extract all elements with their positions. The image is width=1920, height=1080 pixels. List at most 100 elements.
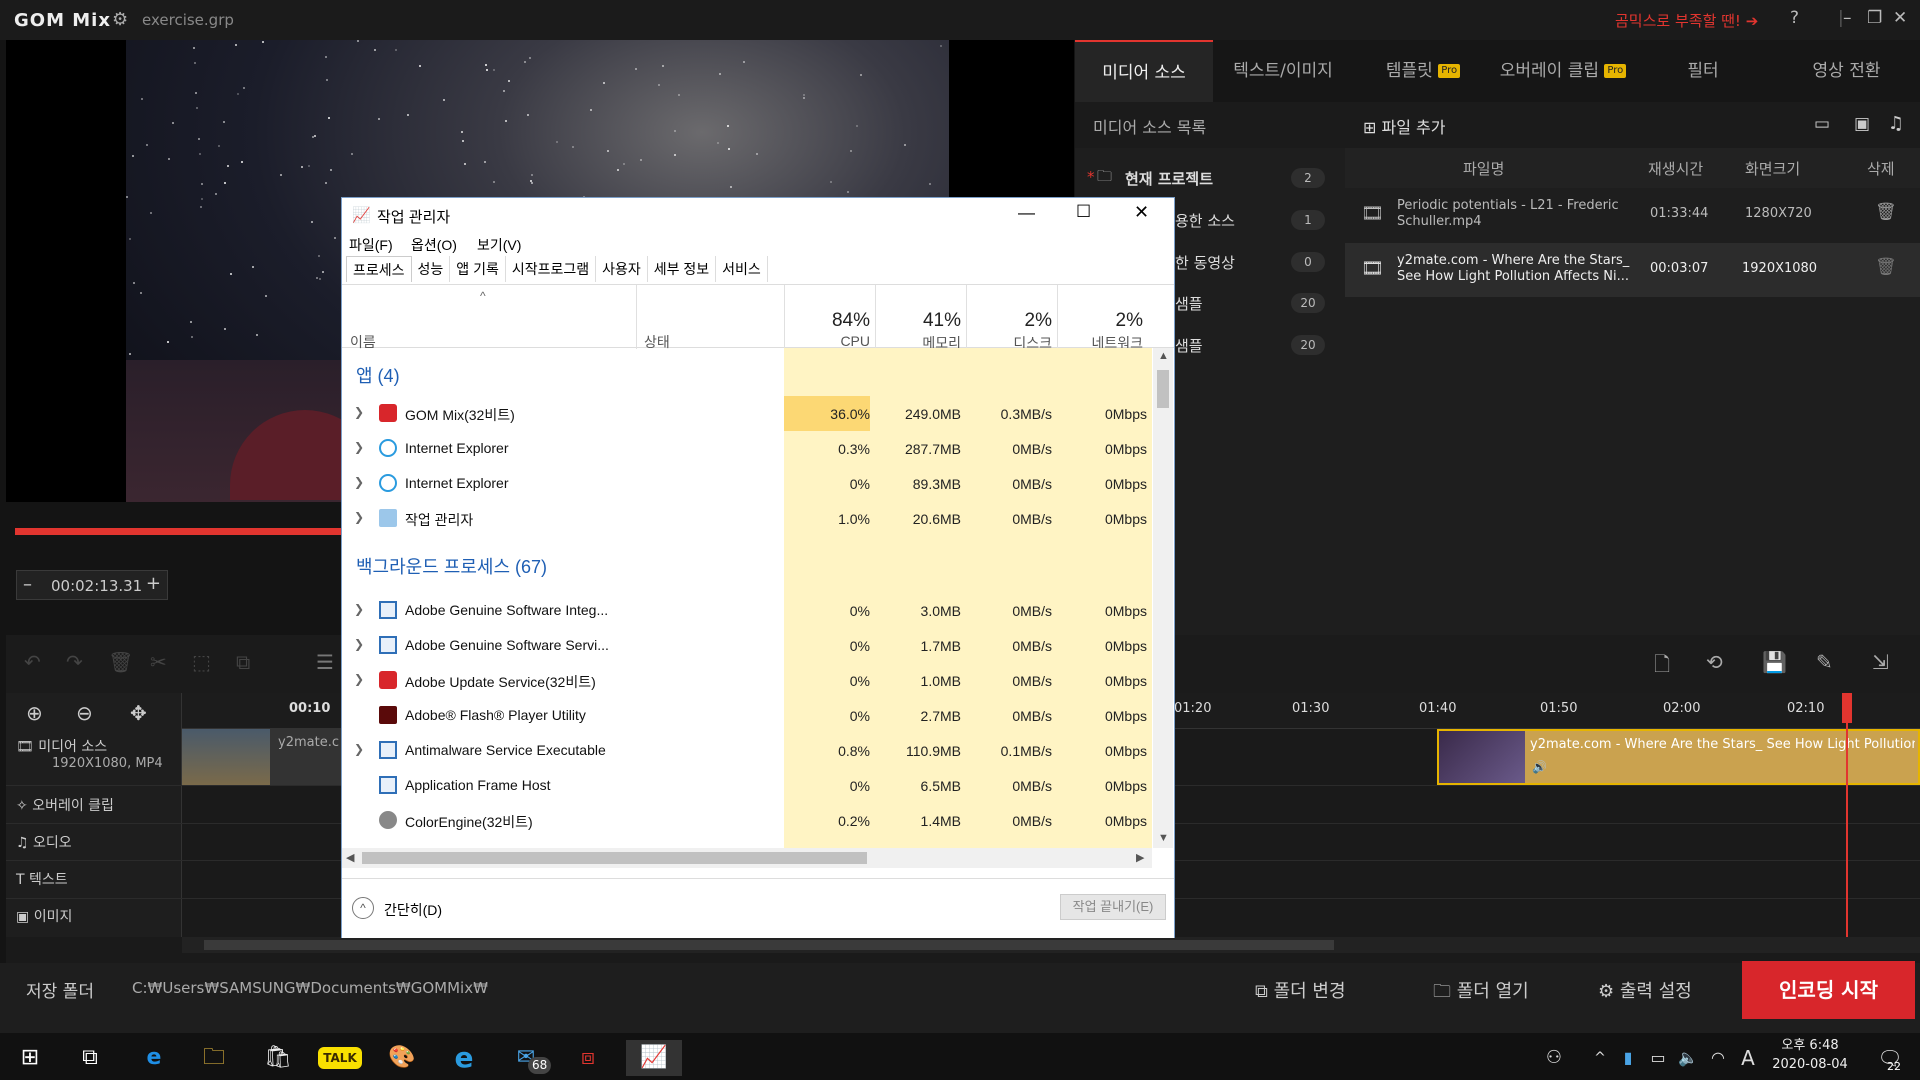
process-row[interactable]: Application Frame Host 0% 6.5MB 0MB/s 0Mbps — [342, 768, 1152, 803]
scroll-left-icon[interactable]: ◀ — [346, 851, 354, 864]
process-row[interactable]: ❯ Internet Explorer 0.3% 287.7MB 0MB/s 0Mbps — [342, 431, 1152, 466]
track-overlay[interactable]: ✧ 오버레이 클립 — [16, 795, 114, 815]
split-icon[interactable]: ⧉ — [236, 650, 250, 674]
scroll-down-icon[interactable]: ▼ — [1158, 832, 1169, 844]
process-row[interactable]: ❯ Adobe Genuine Software Servi... 0% 1.7MB 0… — [342, 628, 1152, 663]
open-folder-button[interactable]: 🗀 폴더 열기 — [1433, 977, 1529, 1009]
tab-startup[interactable]: 시작프로그램 — [506, 256, 597, 282]
tab-processes[interactable]: 프로세스 — [346, 256, 412, 282]
close-button[interactable]: ✕ — [1893, 8, 1907, 28]
menu-file[interactable]: 파일(F) — [349, 235, 393, 255]
change-folder-button[interactable]: ⧉ 폴더 변경 — [1255, 977, 1346, 1003]
tab-overlay-clip[interactable]: 오버레이 클립 Pro — [1493, 40, 1633, 102]
kakaotalk-icon[interactable]: TALK — [318, 1040, 362, 1076]
promo-link[interactable]: 곰믹스로 부족할 땐! ➔ — [1615, 10, 1758, 31]
menu-options[interactable]: 옵션(O) — [411, 235, 457, 255]
process-hscroll[interactable]: ◀ ▶ — [342, 848, 1152, 868]
process-row[interactable]: ColorEngine(32비트) 0.2% 1.4MB 0MB/s 0Mbps — [342, 803, 1152, 838]
maximize-button[interactable]: ☐ — [1076, 202, 1091, 222]
people-icon[interactable]: ⚇ — [1532, 1040, 1576, 1076]
expand-chevron-icon[interactable]: ❯ — [354, 440, 364, 454]
hscroll-thumb[interactable] — [362, 852, 867, 864]
tab-app-history[interactable]: 앱 기록 — [450, 256, 506, 282]
zoom-in-icon[interactable]: ⊕ — [26, 701, 43, 725]
file-explorer-icon[interactable]: 🗀 — [192, 1040, 236, 1076]
cut-icon[interactable]: ✂ — [150, 650, 167, 674]
music-add-icon[interactable]: ♫ — [1888, 113, 1904, 134]
group-apps[interactable]: 앱 (4) — [356, 362, 400, 388]
tab-media-source[interactable]: 미디어 소스 — [1075, 40, 1213, 102]
close-button[interactable]: ✕ — [1134, 202, 1149, 223]
process-vscroll[interactable]: ▲ ▼ — [1153, 348, 1173, 848]
media-list-item[interactable]: * 🗀 현재 프로젝트 2 — [1075, 158, 1345, 198]
process-row[interactable]: ❯ GOM Mix(32비트) 36.0% 249.0MB 0.3MB/s 0Mbps — [342, 396, 1152, 431]
process-row[interactable]: ❯ Adobe Update Service(32비트) 0% 1.0MB 0MB/s 0… — [342, 663, 1152, 698]
cpu-total[interactable]: 84% — [786, 310, 870, 332]
expand-chevron-icon[interactable]: ❯ — [354, 602, 364, 616]
tab-services[interactable]: 서비스 — [716, 256, 768, 282]
disk-total[interactable]: 2% — [968, 310, 1052, 332]
process-row[interactable]: ❯ Adobe Genuine Software Integ... 0% 3.0MB 0… — [342, 593, 1152, 628]
start-encoding-button[interactable]: 인코딩 시작 — [1742, 961, 1915, 1019]
tab-text-image[interactable]: 텍스트/이미지 — [1213, 40, 1353, 102]
save-as-icon[interactable]: ✎ — [1816, 650, 1833, 674]
expand-chevron-icon[interactable]: ❯ — [354, 475, 364, 489]
file-row-selected[interactable]: 🎞 y2mate.com - Where Are the Stars_ See … — [1345, 243, 1920, 297]
track-image[interactable]: ▣ 이미지 — [16, 906, 72, 926]
output-settings-button[interactable]: ⚙ 출력 설정 — [1598, 977, 1692, 1003]
tab-transition[interactable]: 영상 전환 — [1773, 40, 1920, 102]
export-icon[interactable]: ⇲ — [1872, 650, 1889, 674]
playhead-handle[interactable] — [1842, 693, 1852, 723]
time-minus-button[interactable]: – — [23, 574, 32, 595]
fewer-details-link[interactable]: 간단히(D) — [384, 900, 442, 920]
zoom-out-icon[interactable]: ⊖ — [76, 701, 93, 725]
net-total[interactable]: 2% — [1059, 310, 1143, 332]
scroll-up-icon[interactable]: ▲ — [1158, 350, 1169, 362]
task-view-icon[interactable]: ⧉ — [68, 1040, 112, 1076]
task-manager-titlebar[interactable]: 📈 작업 관리자 — ☐ ✕ — [342, 198, 1174, 232]
expand-chevron-icon[interactable]: ❯ — [354, 510, 364, 524]
menu-view[interactable]: 보기(V) — [477, 235, 521, 255]
end-task-button[interactable]: 작업 끝내기(E) — [1060, 894, 1166, 920]
track-text[interactable]: T 텍스트 — [16, 869, 68, 889]
time-value[interactable]: 00:02:13.31 — [51, 577, 142, 595]
save-project-icon[interactable]: 💾 — [1762, 650, 1787, 674]
select-icon[interactable]: ⬚ — [192, 650, 211, 674]
video-add-icon[interactable]: ▭ — [1814, 114, 1830, 134]
store-icon[interactable]: 🛍 — [256, 1040, 300, 1076]
timeline-scroll-thumb[interactable] — [204, 940, 1334, 950]
vscroll-thumb[interactable] — [1157, 370, 1169, 408]
gear-icon[interactable]: ⚙ — [112, 9, 128, 30]
track-audio[interactable]: ♫ 오디오 — [16, 832, 72, 852]
image-add-icon[interactable]: ▣ — [1854, 114, 1870, 134]
process-row[interactable]: Adobe® Flash® Player Utility 0% 2.7MB 0MB/s… — [342, 698, 1152, 733]
track-media[interactable]: 🎞 미디어 소스 — [16, 736, 107, 756]
process-row[interactable]: ❯ Internet Explorer 0% 89.3MB 0MB/s 0Mbps — [342, 466, 1152, 501]
task-manager-taskbar-icon[interactable]: 📈 — [626, 1040, 682, 1076]
minimize-button[interactable]: – — [1843, 8, 1852, 28]
col-cpu[interactable]: CPU — [786, 333, 870, 349]
time-plus-button[interactable]: + — [146, 573, 161, 594]
tab-users[interactable]: 사용자 — [596, 256, 648, 282]
time-stepper[interactable]: – 00:02:13.31 + — [16, 570, 168, 600]
internet-explorer-icon[interactable]: e — [442, 1040, 486, 1076]
expand-chevron-icon[interactable]: ❯ — [354, 742, 364, 756]
group-background[interactable]: 백그라운드 프로세스 (67) — [356, 553, 547, 579]
tab-filter[interactable]: 필터 — [1633, 40, 1773, 102]
expand-chevron-icon[interactable]: ❯ — [354, 405, 364, 419]
trash-icon[interactable]: 🗑 — [1875, 257, 1897, 277]
undo-icon[interactable]: ↶ — [24, 650, 41, 674]
windows-start-icon[interactable]: ⊞ — [8, 1040, 52, 1076]
file-row[interactable]: 🎞 Periodic potentials - L21 - Frederic S… — [1345, 188, 1920, 242]
scroll-right-icon[interactable]: ▶ — [1136, 851, 1144, 864]
delete-icon[interactable]: 🗑 — [108, 650, 133, 674]
edge-icon[interactable]: e — [132, 1040, 176, 1076]
taskbar-clock[interactable]: 오후 6:48 2020-08-04 — [1760, 1036, 1860, 1074]
tab-performance[interactable]: 성능 — [412, 256, 451, 282]
expand-chevron-icon[interactable]: ❯ — [354, 637, 364, 651]
redo-icon[interactable]: ↷ — [66, 650, 83, 674]
tab-details[interactable]: 세부 정보 — [648, 256, 717, 282]
add-file-button[interactable]: ⊞ 파일 추가 — [1363, 114, 1445, 138]
gom-mix-icon[interactable]: ⧈ — [566, 1040, 610, 1076]
process-row[interactable]: ❯ Antimalware Service Executable 0.8% 110.9… — [342, 733, 1152, 768]
